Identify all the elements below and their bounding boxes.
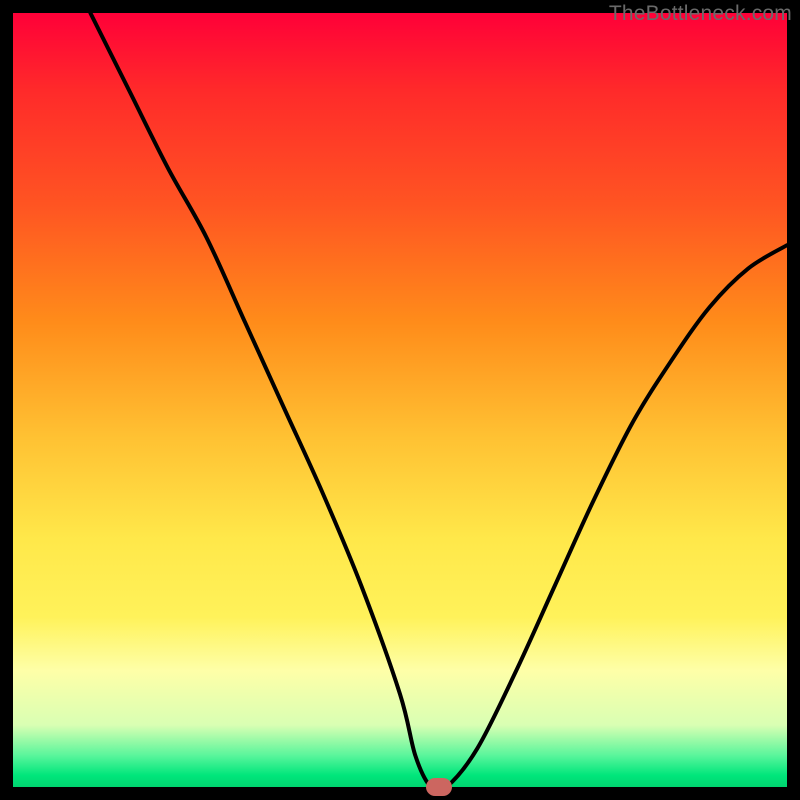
bottleneck-curve (13, 13, 787, 787)
chart-container: TheBottleneck.com (0, 0, 800, 800)
watermark-text: TheBottleneck.com (609, 2, 792, 26)
plot-area (13, 13, 787, 787)
optimal-marker (426, 778, 452, 796)
